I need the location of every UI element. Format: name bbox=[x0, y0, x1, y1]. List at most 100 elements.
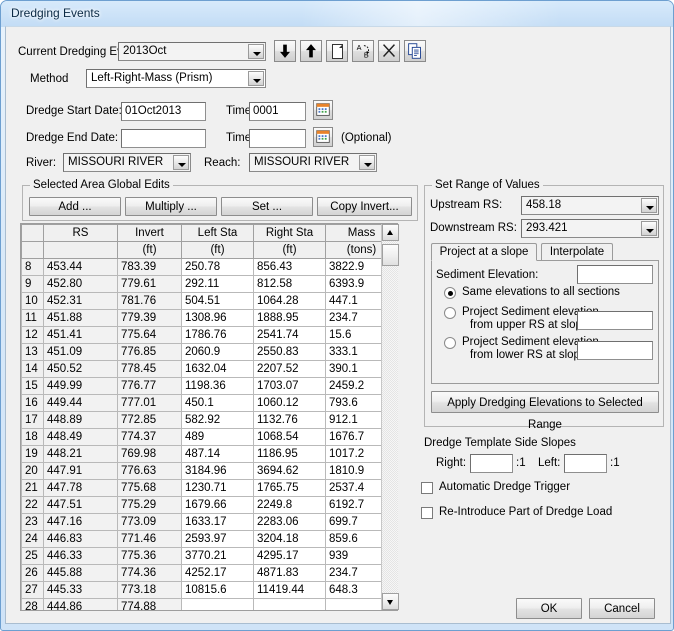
downstream-rs-combo[interactable]: 293.421 bbox=[521, 219, 659, 238]
move-down-button[interactable] bbox=[274, 40, 296, 62]
table-row[interactable]: 19 448.21 769.98 487.14 1186.95 1017.2 bbox=[21, 445, 397, 463]
cell-right-sta[interactable]: 3694.62 bbox=[253, 462, 326, 480]
table-row[interactable]: 9 452.80 779.61 292.11 812.58 6393.9 bbox=[21, 275, 397, 293]
grid-vertical-scrollbar[interactable] bbox=[381, 224, 399, 610]
cell-left-sta[interactable]: 292.11 bbox=[181, 275, 254, 293]
cell-left-sta[interactable]: 1786.76 bbox=[181, 326, 254, 344]
rename-event-button[interactable]: A B bbox=[352, 40, 374, 62]
cell-right-sta[interactable]: 2207.52 bbox=[253, 360, 326, 378]
cell-left-sta[interactable]: 250.78 bbox=[181, 258, 254, 276]
start-date-input[interactable]: 01Oct2013 bbox=[121, 102, 206, 121]
tab-interpolate[interactable]: Interpolate bbox=[541, 243, 613, 261]
cell-right-sta[interactable]: 1064.28 bbox=[253, 292, 326, 310]
cell-right-sta[interactable]: 1186.95 bbox=[253, 445, 326, 463]
cell-right-sta[interactable]: 11419.44 bbox=[253, 581, 326, 599]
table-row[interactable]: 13 451.09 776.85 2060.9 2550.83 333.1 bbox=[21, 343, 397, 361]
radio-project-from-upper[interactable] bbox=[444, 307, 456, 319]
cell-right-sta[interactable]: 1703.07 bbox=[253, 377, 326, 395]
cell-right-sta[interactable]: 1132.76 bbox=[253, 411, 326, 429]
cell-right-sta[interactable]: 1068.54 bbox=[253, 428, 326, 446]
tab-project-at-a-slope[interactable]: Project at a slope bbox=[431, 243, 537, 261]
lower-slope-input[interactable] bbox=[577, 341, 653, 360]
ok-button[interactable]: OK bbox=[516, 598, 582, 619]
cell-right-sta[interactable] bbox=[253, 598, 326, 610]
radio-project-from-lower[interactable] bbox=[444, 337, 456, 349]
cell-left-sta[interactable]: 10815.6 bbox=[181, 581, 254, 599]
cell-right-sta[interactable]: 4295.17 bbox=[253, 547, 326, 565]
cell-left-sta[interactable]: 2593.97 bbox=[181, 530, 254, 548]
cell-left-sta[interactable]: 1230.71 bbox=[181, 479, 254, 497]
table-row[interactable]: 22 447.51 775.29 1679.66 2249.8 6192.7 bbox=[21, 496, 397, 514]
start-time-input[interactable]: 0001 bbox=[249, 102, 306, 121]
cell-right-sta[interactable]: 812.58 bbox=[253, 275, 326, 293]
cell-left-sta[interactable]: 3770.21 bbox=[181, 547, 254, 565]
multiply-button[interactable]: Multiply ... bbox=[125, 197, 217, 216]
cell-left-sta[interactable]: 582.92 bbox=[181, 411, 254, 429]
cell-right-sta[interactable]: 4871.83 bbox=[253, 564, 326, 582]
reintroduce-dredge-load-checkbox[interactable] bbox=[421, 507, 433, 519]
copy-invert-button[interactable]: Copy Invert... bbox=[317, 197, 412, 216]
side-slope-right-input[interactable] bbox=[470, 454, 513, 473]
cell-right-sta[interactable]: 856.43 bbox=[253, 258, 326, 276]
new-event-button[interactable] bbox=[326, 40, 348, 62]
side-slope-left-input[interactable] bbox=[564, 454, 607, 473]
cell-left-sta[interactable]: 3184.96 bbox=[181, 462, 254, 480]
table-row[interactable]: 25 446.33 775.36 3770.21 4295.17 939 bbox=[21, 547, 397, 565]
end-time-input[interactable] bbox=[249, 129, 306, 148]
end-date-input[interactable] bbox=[121, 129, 206, 148]
cell-right-sta[interactable]: 2550.83 bbox=[253, 343, 326, 361]
scroll-down-button[interactable] bbox=[382, 593, 399, 610]
chevron-down-icon[interactable] bbox=[248, 44, 264, 59]
cell-left-sta[interactable]: 1308.96 bbox=[181, 309, 254, 327]
scrollbar-track[interactable] bbox=[382, 241, 398, 593]
cell-left-sta[interactable]: 4252.17 bbox=[181, 564, 254, 582]
cell-left-sta[interactable]: 1198.36 bbox=[181, 377, 254, 395]
cell-right-sta[interactable]: 2541.74 bbox=[253, 326, 326, 344]
table-row[interactable]: 8 453.44 783.39 250.78 856.43 3822.9 bbox=[21, 258, 397, 276]
table-row[interactable]: 28 444.86 774.88 bbox=[21, 598, 397, 610]
table-row[interactable]: 11 451.88 779.39 1308.96 1888.95 234.7 bbox=[21, 309, 397, 327]
cell-left-sta[interactable]: 489 bbox=[181, 428, 254, 446]
table-row[interactable]: 12 451.41 775.64 1786.76 2541.74 15.6 bbox=[21, 326, 397, 344]
table-row[interactable]: 24 446.83 771.46 2593.97 3204.18 859.6 bbox=[21, 530, 397, 548]
delete-event-button[interactable] bbox=[378, 40, 400, 62]
cell-left-sta[interactable]: 1679.66 bbox=[181, 496, 254, 514]
table-row[interactable]: 10 452.31 781.76 504.51 1064.28 447.1 bbox=[21, 292, 397, 310]
river-combo[interactable]: MISSOURI RIVER bbox=[63, 153, 191, 172]
automatic-dredge-trigger-checkbox[interactable] bbox=[421, 482, 433, 494]
cell-left-sta[interactable]: 1632.04 bbox=[181, 360, 254, 378]
cell-right-sta[interactable]: 1765.75 bbox=[253, 479, 326, 497]
radio-same-elevations[interactable] bbox=[444, 287, 456, 299]
upstream-rs-combo[interactable]: 458.18 bbox=[521, 196, 659, 215]
chevron-down-icon[interactable] bbox=[641, 198, 657, 213]
apply-dredging-elevations-button[interactable]: Apply Dredging Elevations to Selected Ra… bbox=[431, 391, 659, 431]
upper-slope-input[interactable] bbox=[577, 311, 653, 330]
table-row[interactable]: 26 445.88 774.36 4252.17 4871.83 234.7 bbox=[21, 564, 397, 582]
table-row[interactable]: 16 449.44 777.01 450.1 1060.12 793.6 bbox=[21, 394, 397, 412]
chevron-down-icon[interactable] bbox=[248, 71, 264, 86]
set-button[interactable]: Set ... bbox=[221, 197, 313, 216]
dredging-data-grid[interactable]: RS Invert Left Sta Right Sta Mass (ft) (… bbox=[20, 223, 398, 611]
table-row[interactable]: 17 448.89 772.85 582.92 1132.76 912.1 bbox=[21, 411, 397, 429]
cancel-button[interactable]: Cancel bbox=[589, 598, 655, 619]
start-date-calendar-button[interactable] bbox=[313, 100, 333, 120]
sediment-elevation-input[interactable] bbox=[577, 265, 653, 284]
cell-left-sta[interactable]: 2060.9 bbox=[181, 343, 254, 361]
cell-right-sta[interactable]: 3204.18 bbox=[253, 530, 326, 548]
table-row[interactable]: 23 447.16 773.09 1633.17 2283.06 699.7 bbox=[21, 513, 397, 531]
chevron-down-icon[interactable] bbox=[359, 155, 375, 170]
scrollbar-thumb[interactable] bbox=[382, 244, 399, 266]
end-date-calendar-button[interactable] bbox=[313, 127, 333, 147]
cell-right-sta[interactable]: 1888.95 bbox=[253, 309, 326, 327]
copy-event-button[interactable] bbox=[404, 40, 426, 62]
cell-left-sta[interactable]: 487.14 bbox=[181, 445, 254, 463]
chevron-down-icon[interactable] bbox=[173, 155, 189, 170]
table-row[interactable]: 27 445.33 773.18 10815.6 11419.44 648.3 bbox=[21, 581, 397, 599]
method-combo[interactable]: Left-Right-Mass (Prism) bbox=[86, 69, 266, 88]
table-row[interactable]: 20 447.91 776.63 3184.96 3694.62 1810.9 bbox=[21, 462, 397, 480]
cell-left-sta[interactable]: 1633.17 bbox=[181, 513, 254, 531]
table-row[interactable]: 18 448.49 774.37 489 1068.54 1676.7 bbox=[21, 428, 397, 446]
cell-left-sta[interactable]: 504.51 bbox=[181, 292, 254, 310]
cell-right-sta[interactable]: 1060.12 bbox=[253, 394, 326, 412]
reach-combo[interactable]: MISSOURI RIVER bbox=[249, 153, 377, 172]
